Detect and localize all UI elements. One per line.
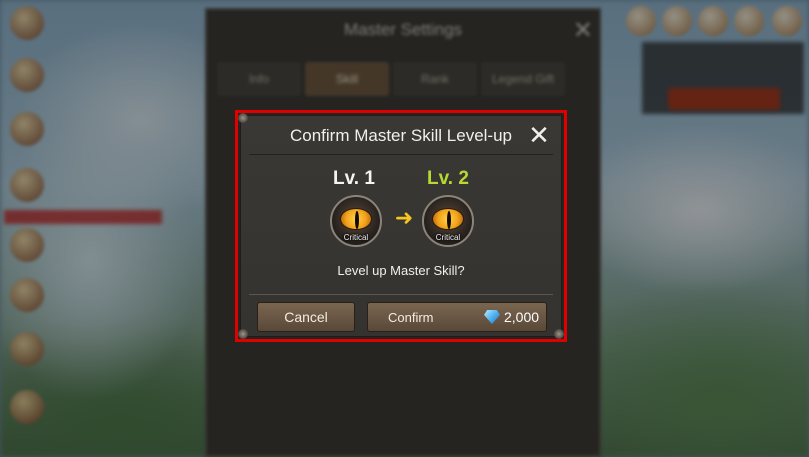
title-divider — [249, 154, 553, 155]
dialog-title: Confirm Master Skill Level-up — [289, 126, 512, 145]
next-level-label: Lv. 2 — [427, 168, 469, 189]
cancel-label: Cancel — [284, 309, 328, 325]
current-level-label: Lv. 1 — [333, 168, 375, 189]
corner-rivet — [238, 329, 248, 339]
corner-rivet — [238, 113, 248, 123]
eye-icon — [340, 208, 372, 230]
diamond-gem-icon — [484, 310, 500, 324]
critical-skill-icon: Critical — [330, 195, 382, 247]
arrow-right-icon: ➜ — [394, 205, 414, 230]
confirm-question: Level up Master Skill? — [337, 263, 465, 278]
eye-icon — [432, 208, 464, 230]
confirm-button[interactable]: Confirm 2,000 — [367, 302, 547, 332]
skill-caption: Critical — [343, 233, 369, 242]
confirm-skill-levelup-dialog: Confirm Master Skill Level-up ✕ Lv. 1 Lv… — [238, 113, 564, 339]
confirm-cost: 2,000 — [504, 309, 540, 325]
critical-skill-icon: Critical — [422, 195, 474, 247]
cancel-button[interactable]: Cancel — [257, 302, 355, 332]
corner-rivet — [554, 329, 564, 339]
skill-caption: Critical — [435, 233, 461, 242]
confirm-label: Confirm — [388, 310, 434, 325]
button-divider — [249, 294, 553, 295]
close-icon[interactable]: ✕ — [525, 121, 553, 149]
